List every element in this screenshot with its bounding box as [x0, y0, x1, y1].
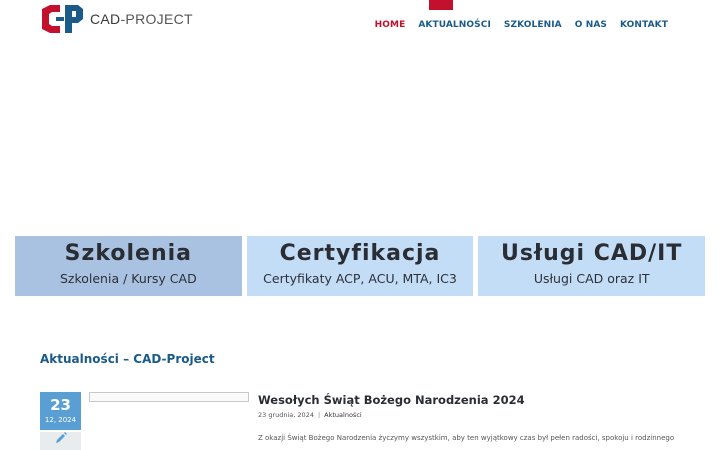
main-nav: HOME AKTUALNOŚCI SZKOLENIA O NAS KONTAKT	[375, 20, 668, 30]
nav-home[interactable]: HOME	[375, 20, 406, 30]
post-thumbnail[interactable]	[89, 392, 249, 402]
card-szkolenia[interactable]: Szkolenia Szkolenia / Kursy CAD	[15, 236, 242, 296]
card-certyfikacja[interactable]: Certyfikacja Certyfikaty ACP, ACU, MTA, …	[246, 236, 474, 296]
post-date-day: 23	[50, 396, 71, 414]
cp-logo-icon	[40, 5, 84, 33]
nav-aktualnosci[interactable]: AKTUALNOŚCI	[418, 20, 491, 30]
card-uslugi[interactable]: Usługi CAD/IT Usługi CAD oraz IT	[478, 236, 706, 296]
post-excerpt: Z okazji Świąt Bożego Narodzenia życzymy…	[258, 434, 675, 442]
post-format-badge	[40, 432, 81, 450]
card-subtitle: Usługi CAD oraz IT	[533, 271, 650, 286]
nav-o-nas[interactable]: O NAS	[575, 20, 607, 30]
post-meta: 23 grudnia, 2024 | Aktualności	[258, 411, 362, 419]
post-title[interactable]: Wesołych Świąt Bożego Narodzenia 2024	[258, 393, 525, 407]
hero-area	[0, 46, 720, 232]
card-subtitle: Szkolenia / Kursy CAD	[59, 271, 197, 286]
post-date-badge: 23 12, 2024	[40, 392, 81, 430]
site-logo[interactable]: CAD-PROJECT	[40, 4, 193, 34]
nav-kontakt[interactable]: KONTAKT	[620, 20, 668, 30]
card-title: Certyfikacja	[279, 241, 441, 266]
meta-separator: |	[317, 411, 321, 419]
post-category-link[interactable]: Aktualności	[324, 411, 362, 419]
card-subtitle: Certyfikaty ACP, ACU, MTA, IC3	[263, 271, 457, 286]
nav-szkolenia[interactable]: SZKOLENIA	[504, 20, 562, 30]
feature-cards: Szkolenia Szkolenia / Kursy CAD Certyfik…	[15, 236, 706, 296]
logo-text-rest: -PROJECT	[120, 11, 193, 27]
post-date-month-year: 12, 2024	[44, 416, 77, 424]
card-title: Usługi CAD/IT	[500, 241, 683, 266]
logo-text: CAD-PROJECT	[90, 11, 193, 27]
pencil-icon	[54, 431, 68, 450]
active-nav-indicator	[429, 0, 453, 10]
news-section-title: Aktualności – CAD-Project	[40, 352, 215, 366]
post-date: 23 grudnia, 2024	[258, 411, 314, 419]
logo-text-bold: CAD	[90, 11, 121, 27]
card-title: Szkolenia	[64, 241, 192, 266]
